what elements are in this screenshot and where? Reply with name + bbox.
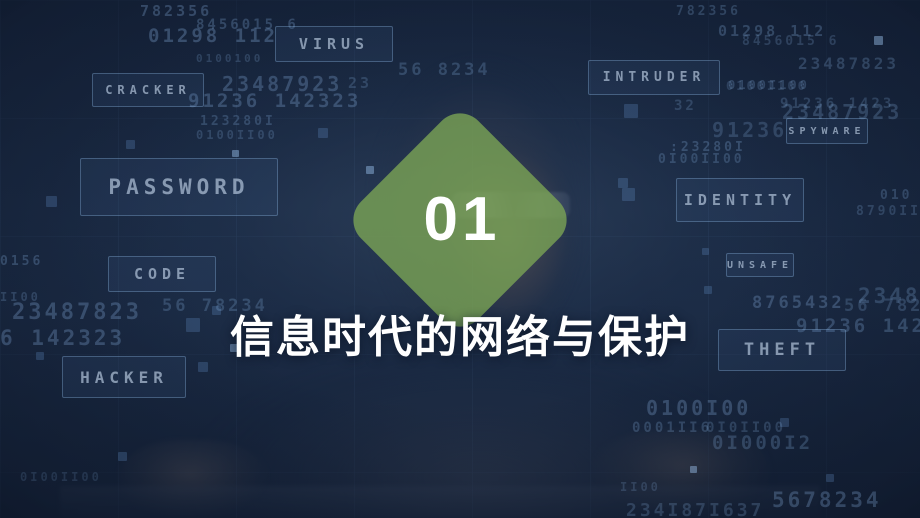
- hud-digit-string: 0100II00: [196, 128, 278, 142]
- keyword-box-identity: IDENTITY: [676, 178, 804, 222]
- hud-digit-string: 0100I100: [726, 79, 808, 93]
- keyword-box-password: PASSWORD: [80, 158, 278, 216]
- hud-chip: [318, 128, 328, 138]
- hud-chip: [46, 196, 57, 207]
- hud-digit-string: 0100100: [196, 52, 264, 65]
- hud-digit-string: 8456015 6: [742, 34, 840, 49]
- hud-digit-string: 0100I00: [646, 396, 752, 420]
- hud-digit-string: 0I000I2: [712, 432, 814, 454]
- hud-digit-string: 23487823: [798, 54, 900, 73]
- hud-chip: [704, 286, 712, 294]
- hud-digit-string: 32: [674, 98, 697, 114]
- hud-chip: [126, 140, 135, 149]
- hud-chip: [622, 188, 635, 201]
- hud-chip: [624, 104, 638, 118]
- hud-chip: [618, 178, 628, 188]
- hud-digit-string: 234I87I637: [626, 500, 765, 518]
- section-number-text: 01: [423, 185, 501, 254]
- hud-digit-string: 782356: [676, 4, 741, 19]
- hud-digit-string: 5678234: [772, 488, 882, 512]
- hud-chip: [874, 36, 883, 45]
- hud-chip: [366, 166, 374, 174]
- hud-chip: [826, 474, 834, 482]
- hud-digit-string: 91236: [712, 118, 788, 142]
- keyword-box-code: CODE: [108, 256, 216, 292]
- hud-chip: [702, 248, 709, 255]
- hud-chip: [232, 150, 239, 157]
- hud-digit-string: 23: [348, 74, 373, 92]
- hud-chip: [690, 466, 697, 473]
- hud-digit-string: II00: [620, 480, 661, 494]
- hud-digit-string: 0I00II00: [20, 470, 102, 484]
- keyword-box-unsafe: UNSAFE: [726, 253, 794, 277]
- hud-chip: [118, 452, 127, 461]
- hud-digit-string: 91236 142323: [188, 90, 362, 112]
- keyword-box-virus: VIRUS: [275, 26, 393, 62]
- hud-digit-string: 56 8234: [398, 60, 491, 80]
- keyword-box-intruder: INTRUDER: [588, 60, 720, 95]
- presentation-slide: 782356 8456015 6 01298 112 0100100 782356 012…: [0, 0, 920, 518]
- hud-digit-string: 0I00II00: [658, 152, 745, 167]
- section-number-badge: 01: [342, 102, 578, 338]
- hud-digit-string: 123280I: [200, 114, 276, 129]
- keyword-box-cracker: CRACKER: [92, 73, 204, 107]
- hud-digit-string: 8790II0: [856, 204, 920, 219]
- hud-digit-string: 0001II6: [632, 420, 713, 436]
- hud-digit-string: 0156: [0, 254, 44, 269]
- hud-digit-string: 01298 112: [148, 25, 278, 47]
- keyword-box-spyware: SPYWARE: [786, 118, 868, 144]
- slide-title: 信息时代的网络与保护: [230, 313, 690, 362]
- hud-digit-string: 010: [880, 188, 913, 203]
